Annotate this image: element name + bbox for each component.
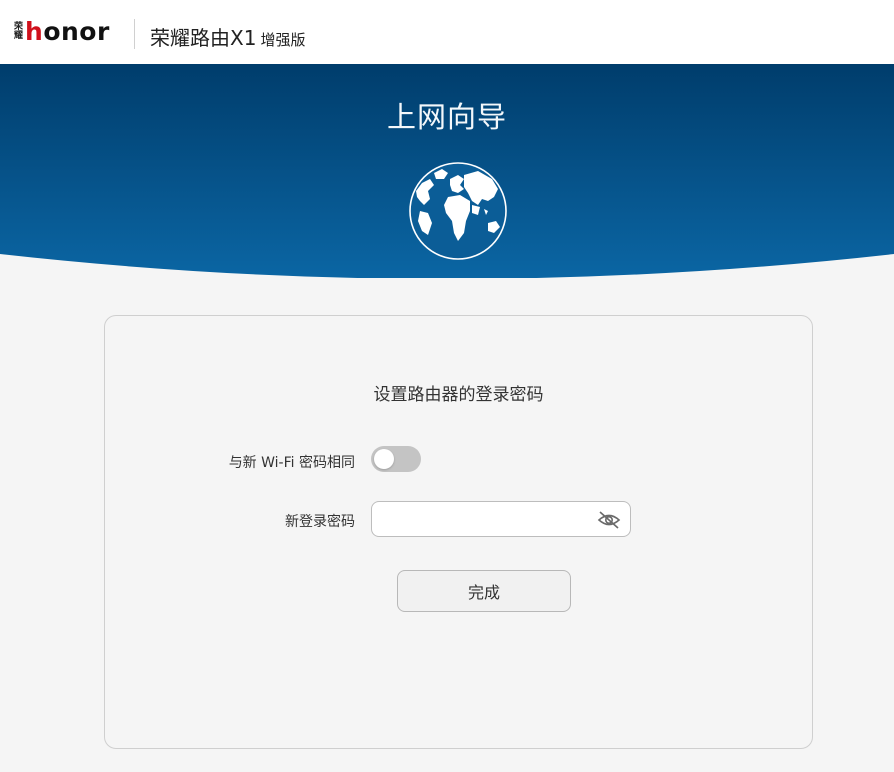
same-as-wifi-label: 与新 Wi-Fi 密码相同 [228,455,355,471]
product-title: 荣耀路由X1 增强版 [150,22,305,51]
new-password-input[interactable] [382,508,587,530]
new-password-label: 新登录密码 [285,514,355,530]
brand-wordmark-rest: onor [43,17,110,46]
card-title: 设置路由器的登录密码 [373,385,544,405]
wizard-banner: 上网向导 [0,64,894,278]
password-setup-card: 设置路由器的登录密码 与新 Wi-Fi 密码相同 新登录密码 完成 [104,315,813,749]
product-edition: 增强版 [260,31,306,49]
new-password-field [371,501,631,537]
banner-title: 上网向导 [386,100,507,134]
brand-wordmark: honor [25,18,110,46]
brand-wordmark-first: h [25,17,44,46]
globe-icon [409,162,507,260]
eye-hidden-icon[interactable] [597,510,621,530]
top-bar: 荣 耀 honor 荣耀路由X1 增强版 [0,0,894,64]
done-button[interactable]: 完成 [397,570,571,612]
header-divider [134,19,135,49]
same-as-wifi-toggle[interactable] [371,446,421,472]
toggle-knob [374,449,394,469]
brand-cn-bottom: 耀 [14,31,24,41]
product-name: 荣耀路由X1 [150,26,257,50]
honor-logo: 荣 耀 honor [14,16,110,48]
brand-cn-mark: 荣 耀 [14,23,23,41]
